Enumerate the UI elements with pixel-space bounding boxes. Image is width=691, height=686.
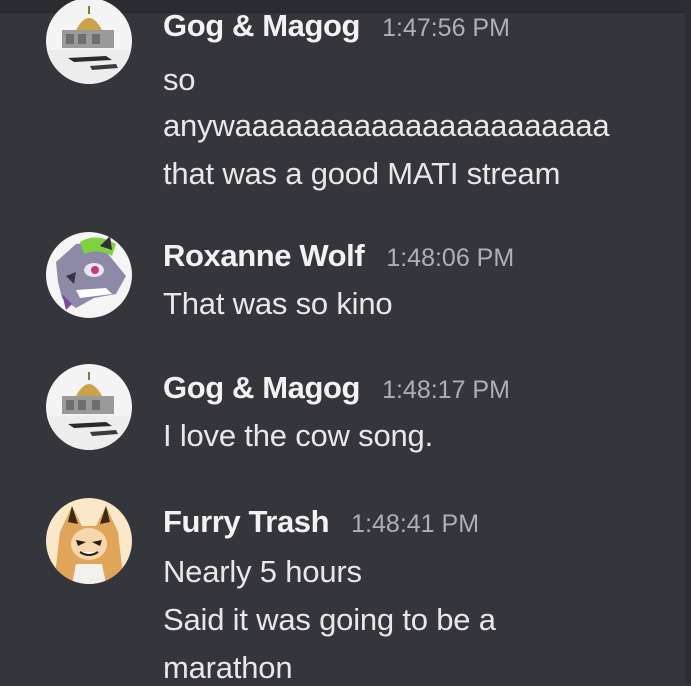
scrollbar-track[interactable] [685,0,691,683]
message-item[interactable]: Gog & Magog 1:48:17 PM I love the cow son… [0,364,685,464]
message-item[interactable]: Furry Trash 1:48:41 PM Nearly 5 hours Sai… [0,498,685,685]
message-text: anywaaaaaaaaaaaaaaaaaaaaaa [163,108,610,143]
timestamp: 1:48:41 PM [351,510,480,538]
message-item[interactable]: Roxanne Wolf 1:48:06 PM That was so kino [0,230,685,330]
username[interactable]: Furry Trash [163,504,330,539]
fox-girl-avatar[interactable] [46,498,132,584]
message-item[interactable]: Gog & Magog 1:47:56 PM so anywaaaaaaaaaaa… [0,0,685,205]
message-text: that was a good MATI stream [163,156,561,191]
message-text: so [163,62,196,97]
username[interactable]: Gog & Magog [163,370,360,405]
dome-of-the-rock-avatar[interactable] [46,364,132,450]
wolf-avatar[interactable] [46,232,132,318]
message-text: marathon [163,650,293,685]
timestamp: 1:48:17 PM [382,376,510,404]
username[interactable]: Gog & Magog [163,8,360,43]
username[interactable]: Roxanne Wolf [163,238,365,273]
message-text: I love the cow song. [163,418,433,453]
message-text: That was so kino [163,286,393,321]
dome-of-the-rock-avatar[interactable] [46,0,132,84]
timestamp: 1:47:56 PM [382,14,510,42]
timestamp: 1:48:06 PM [386,244,515,272]
message-text: Said it was going to be a [163,602,496,637]
message-text: Nearly 5 hours [163,554,362,589]
